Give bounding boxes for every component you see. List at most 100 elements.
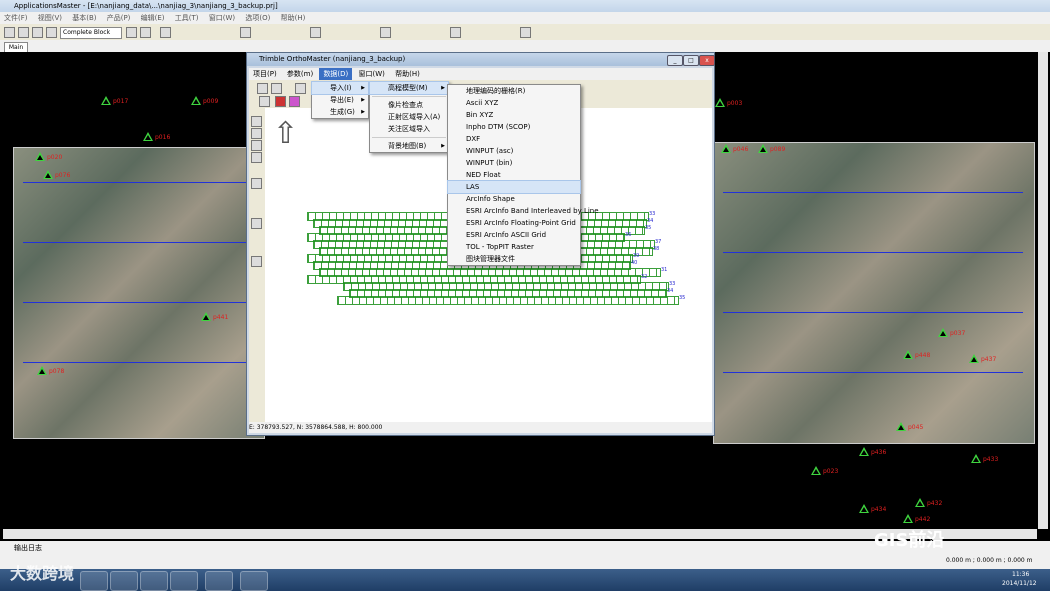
- taskbar-word-icon[interactable]: [140, 571, 168, 591]
- gcp-marker[interactable]: [101, 96, 111, 105]
- dem-format-item[interactable]: 地理编码的栅格(R): [448, 85, 580, 97]
- tool-icon[interactable]: [380, 27, 391, 38]
- taskbar-app-icon[interactable]: [170, 571, 198, 591]
- zoom-icon[interactable]: [140, 27, 151, 38]
- gcp-marker[interactable]: [896, 422, 906, 431]
- gcp-marker[interactable]: [201, 312, 211, 321]
- gcp-marker[interactable]: [938, 328, 948, 337]
- output-log-label[interactable]: 输出日志: [0, 544, 42, 552]
- taskbar-explorer-icon[interactable]: [80, 571, 108, 591]
- import-photo-checkpoints[interactable]: 像片检查点: [370, 99, 448, 111]
- gcp-marker[interactable]: [191, 96, 201, 105]
- om-menu-params[interactable]: 参数(m): [283, 68, 317, 80]
- gcp-marker[interactable]: [143, 132, 153, 141]
- gcp-marker[interactable]: [37, 366, 47, 375]
- tool-icon[interactable]: [450, 27, 461, 38]
- menu-file[interactable]: 文件(F): [0, 12, 32, 24]
- gcp-marker[interactable]: [915, 498, 925, 507]
- close-icon[interactable]: [160, 27, 171, 38]
- taskbar-app-icon[interactable]: [205, 571, 233, 591]
- import-dem[interactable]: 高程模型(M) ▶: [369, 81, 449, 95]
- tool-icon[interactable]: [257, 83, 268, 94]
- taskbar-orthomaster-icon[interactable]: [240, 571, 268, 591]
- print-icon[interactable]: [251, 218, 262, 229]
- flight-line: [23, 242, 263, 243]
- dem-format-item[interactable]: Ascii XYZ: [448, 97, 580, 109]
- dem-format-label: 地理编码的栅格(R): [466, 87, 526, 95]
- dem-format-item[interactable]: WINPUT (asc): [448, 145, 580, 157]
- dem-format-item[interactable]: 图块管理器文件: [448, 253, 580, 265]
- pan-icon[interactable]: [251, 140, 262, 151]
- dem-format-item[interactable]: Inpho DTM (SCOP): [448, 121, 580, 133]
- dem-format-item[interactable]: DXF: [448, 133, 580, 145]
- menu-help[interactable]: 帮助(H): [277, 12, 310, 24]
- zoom-in-icon[interactable]: [251, 116, 262, 127]
- tool-icon[interactable]: [240, 27, 251, 38]
- gcp-label: p448: [915, 352, 931, 359]
- dem-format-item[interactable]: Bin XYZ: [448, 109, 580, 121]
- menu-tools[interactable]: 工具(T): [171, 12, 203, 24]
- taskbar-browser-icon[interactable]: [110, 571, 138, 591]
- menu-basic[interactable]: 基本(B): [68, 12, 100, 24]
- dem-format-item[interactable]: ArcInfo Shape: [448, 193, 580, 205]
- menu-window[interactable]: 窗口(W): [205, 12, 239, 24]
- orthomaster-left-toolbar: [249, 108, 265, 422]
- menu-edit[interactable]: 编辑(E): [137, 12, 169, 24]
- data-menu-import[interactable]: 导入(I) ▶: [311, 81, 369, 95]
- layer-icon[interactable]: [289, 96, 300, 107]
- block-combo[interactable]: Complete Block: [60, 27, 122, 39]
- menu-product[interactable]: 产品(P): [103, 12, 135, 24]
- gcp-marker[interactable]: [758, 144, 768, 153]
- gcp-marker[interactable]: [715, 98, 725, 107]
- pan-icon[interactable]: [126, 27, 137, 38]
- dem-format-item[interactable]: WINPUT (bin): [448, 157, 580, 169]
- dem-format-item[interactable]: TOL - TopPIT Raster: [448, 241, 580, 253]
- gcp-marker[interactable]: [859, 504, 869, 513]
- close-button[interactable]: x: [699, 55, 715, 66]
- menu-options[interactable]: 选项(O): [241, 12, 274, 24]
- gcp-marker[interactable]: [969, 354, 979, 363]
- delete-icon[interactable]: [251, 178, 262, 189]
- menu-view[interactable]: 视图(V): [34, 12, 66, 24]
- new-icon[interactable]: [4, 27, 15, 38]
- import-aoi[interactable]: 关注区域导入: [370, 123, 448, 135]
- tool-icon[interactable]: [310, 27, 321, 38]
- tool-icon[interactable]: [520, 27, 531, 38]
- import-ortho-area[interactable]: 正射区域导入(A): [370, 111, 448, 123]
- block-icon[interactable]: [46, 27, 57, 38]
- tool-icon[interactable]: [295, 83, 306, 94]
- gcp-marker[interactable]: [811, 466, 821, 475]
- app-menubar: 文件(F) 视图(V) 基本(B) 产品(P) 编辑(E) 工具(T) 窗口(W…: [0, 12, 1050, 24]
- import-background-map[interactable]: 背景地图(B) ▶: [370, 140, 448, 152]
- om-menu-window[interactable]: 窗口(W): [355, 68, 389, 80]
- gcp-marker[interactable]: [35, 152, 45, 161]
- open-icon[interactable]: [18, 27, 29, 38]
- minimize-button[interactable]: _: [667, 55, 683, 66]
- data-menu-generate[interactable]: 生成(G) ▶: [312, 106, 368, 118]
- om-menu-data[interactable]: 数据(D): [319, 68, 353, 80]
- dem-format-item[interactable]: ESRI ArcInfo Band Interleaved by Line: [448, 205, 599, 217]
- gcp-marker[interactable]: [903, 514, 913, 523]
- select-icon[interactable]: [251, 152, 262, 163]
- save-icon[interactable]: [32, 27, 43, 38]
- gcp-marker[interactable]: [971, 454, 981, 463]
- binocular-icon[interactable]: [251, 256, 262, 267]
- om-menu-project[interactable]: 项目(P): [249, 68, 281, 80]
- dem-format-item[interactable]: NED Float: [448, 169, 580, 181]
- zoom-out-icon[interactable]: [251, 128, 262, 139]
- om-menu-help[interactable]: 帮助(H): [391, 68, 424, 80]
- dem-format-item-las[interactable]: LAS: [447, 180, 581, 194]
- vertical-scrollbar[interactable]: [1038, 52, 1048, 529]
- gcp-marker[interactable]: [859, 447, 869, 456]
- import-aoi-label: 关注区域导入: [388, 125, 430, 133]
- tool-icon[interactable]: [271, 83, 282, 94]
- check-icon[interactable]: [259, 96, 270, 107]
- maximize-button[interactable]: □: [683, 55, 699, 66]
- dem-format-item[interactable]: ESRI ArcInfo Floating-Point Grid: [448, 217, 580, 229]
- gcp-marker[interactable]: [903, 350, 913, 359]
- layer-icon[interactable]: [275, 96, 286, 107]
- gcp-marker[interactable]: [43, 170, 53, 179]
- data-menu-export[interactable]: 导出(E) ▶: [312, 94, 368, 106]
- gcp-marker[interactable]: [721, 144, 731, 153]
- dem-format-item[interactable]: ESRI ArcInfo ASCII Grid: [448, 229, 580, 241]
